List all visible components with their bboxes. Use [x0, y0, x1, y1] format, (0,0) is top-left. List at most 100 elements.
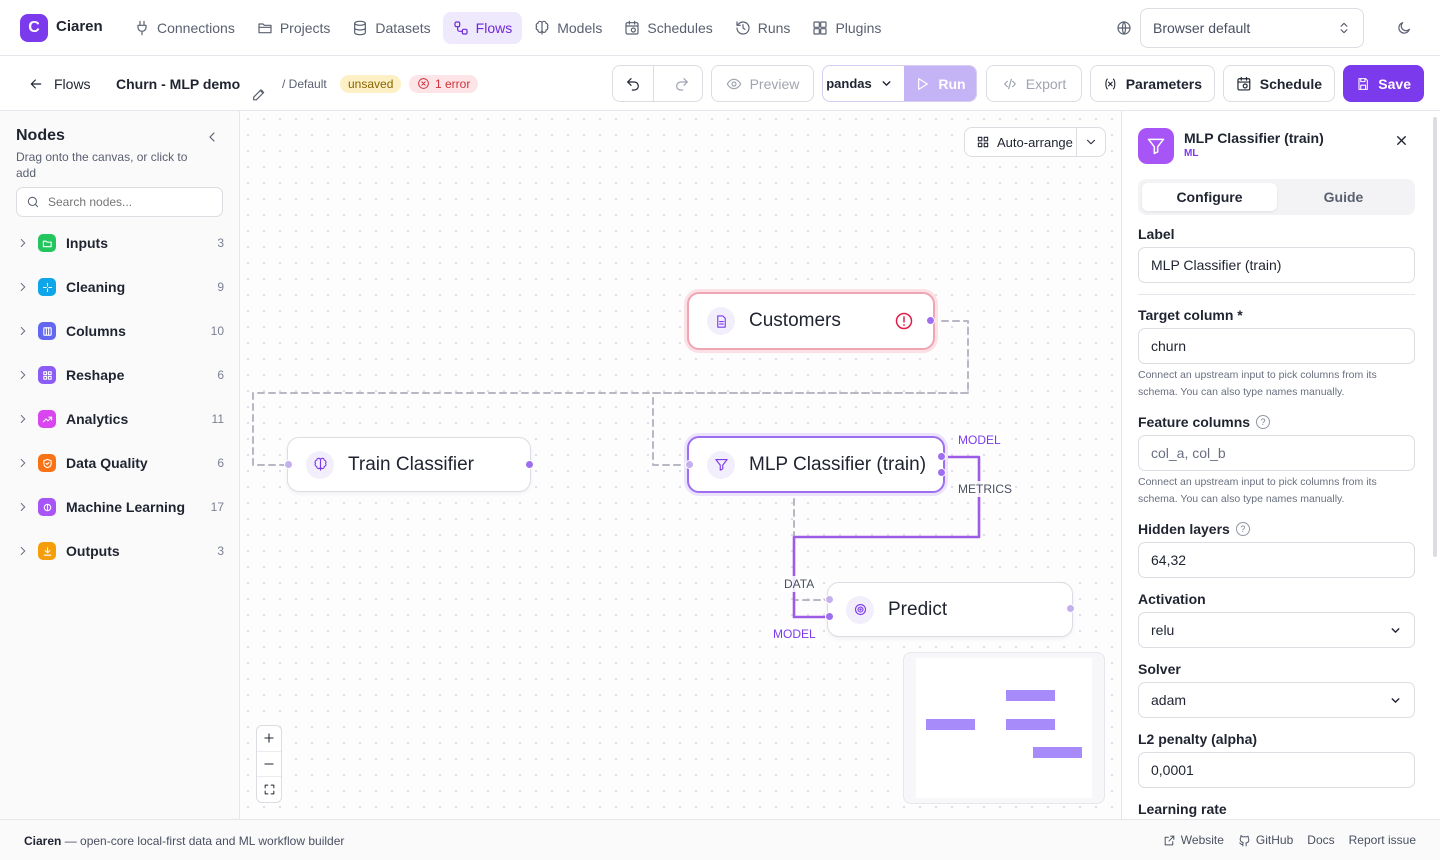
divider — [1138, 294, 1415, 295]
brain-icon — [535, 20, 549, 35]
activation-value: relu — [1151, 622, 1175, 638]
help-icon[interactable]: ? — [1235, 522, 1250, 536]
pencil-icon[interactable] — [251, 76, 267, 113]
nav-runs[interactable]: Runs — [725, 12, 801, 44]
shield-check-icon — [38, 454, 56, 472]
chevron-left-icon[interactable] — [204, 129, 220, 145]
footer-link-github[interactable]: GitHub — [1238, 833, 1293, 847]
port-mlp-model-out[interactable] — [937, 452, 946, 461]
category-count: 9 — [217, 280, 224, 294]
engine-select[interactable]: pandas — [823, 66, 896, 101]
export-label: Export — [1025, 75, 1067, 92]
target-column-label: Target column * — [1138, 307, 1243, 323]
footer-link-docs[interactable]: Docs — [1307, 833, 1334, 847]
solver-select[interactable]: adam — [1138, 682, 1415, 718]
minimap[interactable] — [903, 652, 1105, 804]
port-predict-data-in[interactable] — [825, 595, 834, 604]
moon-icon[interactable] — [1396, 20, 1412, 36]
hidden-layers-input[interactable] — [1138, 542, 1415, 578]
nav-schedules[interactable]: Schedules — [614, 12, 722, 44]
auto-arrange-button[interactable]: Auto-arrange — [965, 128, 1077, 156]
footer-brand: Ciaren — [24, 834, 62, 848]
error-badge[interactable]: 1 error — [409, 74, 479, 93]
category-data-quality[interactable]: Data Quality 6 — [16, 448, 224, 478]
panel-title: MLP Classifier (train) — [1184, 130, 1324, 146]
back-to-flows[interactable]: Flows — [28, 65, 91, 102]
activation-select[interactable]: relu — [1138, 612, 1415, 648]
zoom-out-button[interactable] — [257, 752, 281, 778]
puzzle-icon — [813, 21, 828, 35]
arrow-left-icon — [30, 78, 42, 89]
flow-name[interactable]: Churn - MLP demo — [116, 65, 240, 102]
nav-projects[interactable]: Projects — [247, 12, 341, 44]
nav-connections[interactable]: Connections — [124, 12, 245, 44]
category-analytics[interactable]: Analytics 11 — [16, 404, 224, 434]
footer-link-website[interactable]: Website — [1163, 833, 1224, 847]
brand-name[interactable]: Ciaren — [56, 18, 103, 35]
target-icon — [846, 595, 874, 624]
alert-circle-icon[interactable] — [894, 311, 914, 331]
fit-view-button[interactable] — [257, 777, 281, 802]
port-predict-out[interactable] — [1066, 604, 1075, 613]
label-input[interactable] — [1138, 247, 1415, 283]
category-outputs[interactable]: Outputs 3 — [16, 536, 224, 566]
nodes-subtitle: Drag onto the canvas, or click to add — [16, 150, 188, 180]
node-customers[interactable]: Customers — [687, 292, 935, 350]
panel-scrollbar[interactable] — [1433, 117, 1437, 557]
category-inputs[interactable]: Inputs 3 — [16, 228, 224, 258]
language-select[interactable]: Browser default — [1140, 8, 1364, 48]
top-navigation: C Ciaren Connections Projects Datasets F… — [0, 0, 1440, 56]
tab-guide[interactable]: Guide — [1276, 183, 1411, 211]
close-icon[interactable] — [1394, 133, 1409, 148]
redo-button[interactable] — [662, 66, 702, 101]
category-reshape[interactable]: Reshape 6 — [16, 360, 224, 390]
node-config-panel: MLP Classifier (train) ML Configure Guid… — [1121, 111, 1440, 819]
port-mlp-metrics-out[interactable] — [937, 468, 946, 477]
language-value: Browser default — [1153, 20, 1251, 36]
alpha-input[interactable] — [1138, 752, 1415, 788]
target-column-input[interactable] — [1138, 328, 1415, 364]
zoom-in-button[interactable] — [257, 726, 281, 752]
main-nav: Connections Projects Datasets Flows Mode… — [124, 12, 891, 44]
undo-button[interactable] — [613, 66, 654, 101]
nav-plugins[interactable]: Plugins — [802, 12, 891, 44]
preview-button[interactable]: Preview — [711, 65, 814, 102]
port-train-in[interactable] — [284, 460, 293, 469]
nav-flows[interactable]: Flows — [442, 12, 523, 44]
preview-label: Preview — [749, 75, 800, 92]
solver-value: adam — [1151, 692, 1187, 708]
category-cleaning[interactable]: Cleaning 9 — [16, 272, 224, 302]
minimap-viewport — [916, 658, 1092, 798]
nav-datasets[interactable]: Datasets — [342, 12, 440, 44]
footer-link-label: Website — [1180, 833, 1224, 847]
flow-canvas[interactable]: Customers Train Classifier MLP Classifie… — [240, 111, 1121, 819]
nodes-title: Nodes — [16, 127, 65, 144]
edge-label-metrics-out: METRICS — [955, 481, 1015, 497]
export-button[interactable]: Export — [986, 65, 1082, 102]
port-predict-model-in[interactable] — [825, 612, 834, 621]
schedule-button[interactable]: Schedule — [1223, 65, 1335, 102]
port-customers-out[interactable] — [926, 316, 935, 325]
tab-configure[interactable]: Configure — [1142, 183, 1277, 211]
node-predict[interactable]: Predict — [827, 582, 1073, 637]
category-machine-learning[interactable]: Machine Learning 17 — [16, 492, 224, 522]
footer-link-label: Report issue — [1348, 833, 1416, 847]
category-count: 3 — [217, 544, 224, 558]
port-train-out[interactable] — [525, 460, 534, 469]
feature-columns-input[interactable] — [1138, 435, 1415, 471]
node-search-box — [16, 187, 223, 217]
nav-models[interactable]: Models — [524, 12, 612, 44]
port-mlp-in[interactable] — [685, 460, 694, 469]
auto-arrange-menu-button[interactable] — [1077, 135, 1105, 149]
node-mlp-classifier[interactable]: MLP Classifier (train) — [687, 436, 945, 493]
node-train-classifier[interactable]: Train Classifier — [287, 437, 531, 492]
run-button[interactable]: Run — [903, 66, 976, 101]
brand-logo[interactable]: C — [20, 14, 48, 42]
category-columns[interactable]: Columns 10 — [16, 316, 224, 346]
save-button[interactable]: Save — [1343, 65, 1424, 102]
node-search-input[interactable] — [48, 195, 208, 209]
help-icon[interactable]: ? — [1256, 415, 1271, 429]
footer-link-report-issue[interactable]: Report issue — [1349, 833, 1416, 847]
parameters-button[interactable]: Parameters — [1090, 65, 1215, 102]
learning-rate-label: Learning rate — [1138, 801, 1227, 817]
